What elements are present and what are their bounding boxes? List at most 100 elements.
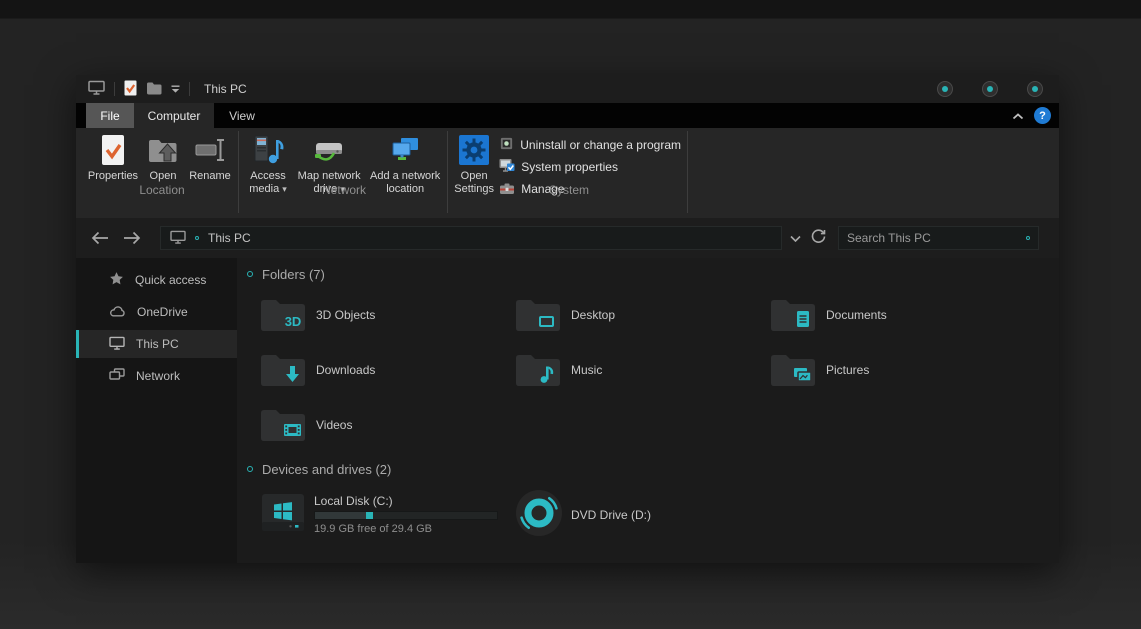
folder-desktop-icon (515, 296, 561, 335)
sidebar-item-quick-access[interactable]: Quick access (76, 266, 237, 294)
folder-tile-pictures[interactable]: Pictures (770, 347, 1000, 393)
uninstall-program-button[interactable]: Uninstall or change a program (495, 134, 685, 156)
folders-header-label: Folders (7) (262, 267, 325, 282)
rename-label: Rename (189, 170, 231, 182)
folder-3d-objects-icon: 3D (260, 296, 306, 335)
open-label: Open (150, 170, 177, 182)
minimize-ribbon-icon[interactable] (1012, 109, 1024, 123)
folder-tile-3d-objects[interactable]: 3D 3D Objects (260, 292, 490, 338)
tab-computer[interactable]: Computer (134, 103, 214, 128)
this-pc-icon[interactable] (88, 80, 105, 98)
uninstall-program-label: Uninstall or change a program (520, 138, 681, 152)
ribbon-separator (238, 131, 239, 213)
ribbon: Properties Open Rename Location (76, 128, 1059, 218)
properties-label: Properties (88, 170, 138, 182)
folder-downloads-icon (260, 351, 306, 390)
titlebar: This PC (76, 75, 1059, 103)
ribbon-separator (447, 131, 448, 213)
window-controls (937, 81, 1043, 97)
folder-videos-icon (260, 406, 306, 445)
navigation-bar: This PC (76, 218, 1059, 258)
folder-tile-desktop[interactable]: Desktop (515, 292, 745, 338)
forward-button[interactable] (122, 229, 142, 247)
minimize-button[interactable] (937, 81, 953, 97)
ribbon-separator (687, 131, 688, 213)
add-network-location-icon (389, 132, 421, 168)
group-label-network: Network (243, 183, 445, 197)
sidebar-item-label: Network (136, 369, 180, 383)
local-disk-icon (260, 491, 306, 538)
dvd-drive-icon (515, 489, 563, 540)
sidebar-item-this-pc[interactable]: This PC (76, 330, 237, 358)
sidebar: Quick access OneDrive This PC Network (76, 258, 237, 563)
folders-section-header[interactable]: Folders (7) (237, 262, 1059, 286)
folder-label: Music (571, 363, 602, 377)
folder-label: Videos (316, 418, 352, 432)
address-dropdown-icon[interactable] (790, 231, 801, 245)
star-icon (109, 271, 124, 289)
folder-label: Downloads (316, 363, 375, 377)
toolbar-separator (114, 82, 115, 96)
dvd-drive-label: DVD Drive (D:) (571, 508, 651, 522)
toolbar-separator (189, 82, 190, 96)
maximize-button[interactable] (982, 81, 998, 97)
map-network-drive-icon (312, 132, 346, 168)
devices-section-header[interactable]: Devices and drives (2) (237, 457, 1059, 481)
sidebar-item-label: OneDrive (137, 305, 188, 319)
close-button[interactable] (1027, 81, 1043, 97)
folder-tile-music[interactable]: Music (515, 347, 745, 393)
ribbon-group-system: Open Settings Uninstall or change a prog… (453, 128, 685, 200)
breadcrumb-location: This PC (208, 231, 251, 245)
folder-tile-downloads[interactable]: Downloads (260, 347, 490, 393)
sidebar-item-label: Quick access (135, 273, 206, 287)
folder-label: 3D Objects (316, 308, 375, 322)
folder-tile-videos[interactable]: Videos (260, 402, 490, 448)
address-bar[interactable]: This PC (160, 226, 782, 250)
file-list-area: Folders (7) 3D 3D Objects Desktop (237, 258, 1059, 563)
system-properties-label: System properties (521, 160, 618, 174)
properties-icon (100, 132, 126, 168)
sidebar-item-network[interactable]: Network (76, 362, 237, 390)
tab-view[interactable]: View (214, 103, 270, 128)
rename-icon (194, 132, 226, 168)
cloud-icon (109, 305, 126, 320)
quick-access-toolbar (76, 80, 190, 99)
properties-quick-icon[interactable] (124, 80, 137, 99)
this-pc-breadcrumb-icon (170, 230, 186, 247)
folder-label: Pictures (826, 363, 869, 377)
group-label-location: Location (84, 183, 240, 197)
local-disk-label: Local Disk (C:) (314, 494, 498, 508)
folder-pictures-icon (770, 351, 816, 390)
breadcrumb-chevron-icon (195, 236, 199, 240)
folder-quick-icon[interactable] (146, 81, 162, 98)
folder-label: Desktop (571, 308, 615, 322)
system-properties-icon (499, 158, 515, 176)
open-button[interactable]: Open (142, 128, 184, 183)
ribbon-group-network: Access media ▾ Map network drive ▾ Add a… (243, 128, 445, 200)
back-button[interactable] (90, 229, 110, 247)
sidebar-item-onedrive[interactable]: OneDrive (76, 298, 237, 326)
rename-button[interactable]: Rename (184, 128, 236, 183)
search-box (838, 226, 1039, 250)
local-disk-tile[interactable]: Local Disk (C:) 19.9 GB free of 29.4 GB (260, 489, 490, 540)
folder-tile-documents[interactable]: Documents (770, 292, 1000, 338)
system-properties-button[interactable]: System properties (495, 156, 685, 178)
open-settings-icon (459, 132, 489, 168)
disk-free-text: 19.9 GB free of 29.4 GB (314, 523, 498, 535)
refresh-icon[interactable] (811, 229, 826, 247)
ribbon-group-location: Properties Open Rename Location (84, 128, 240, 200)
monitor-icon (109, 336, 125, 353)
tab-file[interactable]: File (86, 103, 134, 128)
folder-music-icon (515, 351, 561, 390)
group-label-system: System (453, 183, 685, 197)
search-input[interactable] (847, 231, 1026, 245)
dvd-drive-tile[interactable]: DVD Drive (D:) (515, 489, 745, 540)
folder-label: Documents (826, 308, 887, 322)
help-button[interactable]: ? (1034, 107, 1051, 124)
file-explorer-window: This PC File Computer View ? Properties (76, 75, 1059, 563)
customize-toolbar-icon[interactable] (171, 82, 180, 96)
section-collapse-icon (247, 271, 253, 277)
properties-button[interactable]: Properties (84, 128, 142, 183)
window-title: This PC (204, 82, 247, 96)
svg-text:3D: 3D (285, 314, 302, 329)
